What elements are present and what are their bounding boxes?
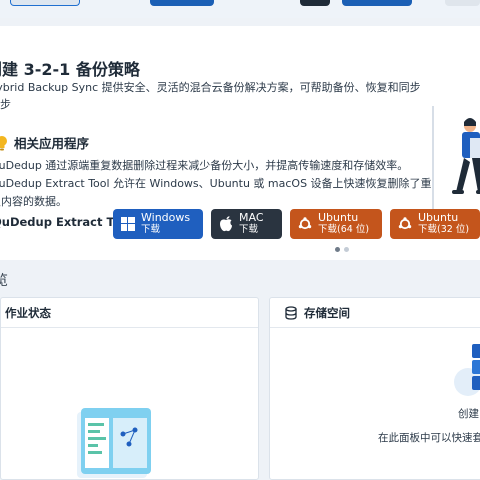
- download-os-name: MAC: [239, 211, 264, 224]
- database-icon: [285, 305, 297, 320]
- ubuntu-logo-icon: [298, 217, 312, 230]
- related-apps-title: 相关应用程序: [14, 136, 90, 151]
- top-strip: [0, 0, 480, 18]
- job-status-panel: 作业状态: [0, 297, 259, 480]
- storage-panel-header: 存储空间: [270, 298, 480, 328]
- download-ubuntu-32-button[interactable]: Ubuntu 下载(32 位): [390, 209, 480, 239]
- carousel-dots: [335, 247, 349, 252]
- storage-empty-title: 创建: [458, 408, 479, 420]
- banner-divider: [432, 106, 434, 214]
- related-apps-line: QuDedup 通过源端重复数据删除过程来减少备份大小，并提高传输速度和存储效率…: [0, 159, 409, 172]
- download-action: 下载: [239, 224, 259, 235]
- download-mac-button[interactable]: MAC 下载: [211, 209, 282, 239]
- job-status-illustration: [77, 408, 151, 478]
- download-os-name: Windows: [141, 211, 191, 224]
- related-apps-heading: 相关应用程序: [0, 133, 89, 152]
- person-illustration: [452, 118, 480, 194]
- ubuntu-logo-icon: [398, 217, 412, 230]
- download-action: 下载(32 位): [418, 224, 470, 235]
- storage-panel-title: 存储空间: [304, 305, 350, 320]
- download-action: 下载: [141, 224, 161, 235]
- carousel-dot-active[interactable]: [335, 247, 340, 252]
- download-windows-button[interactable]: Windows 下载: [113, 209, 203, 239]
- apple-logo-icon: [220, 216, 232, 232]
- overview-section-label: 览: [0, 273, 8, 289]
- related-apps-line: 复内容的数据。: [0, 195, 67, 208]
- top-tile[interactable]: [150, 0, 214, 6]
- download-action: 下载(64 位): [318, 224, 370, 235]
- banner-description-line: Hybrid Backup Sync 提供安全、灵活的混合云备份解决方案，可帮助…: [0, 81, 421, 94]
- windows-logo-icon: [121, 217, 135, 231]
- lightbulb-icon: [0, 135, 7, 150]
- job-status-header: 作业状态: [1, 298, 258, 328]
- banner-description-line: 步: [0, 98, 11, 111]
- job-status-title: 作业状态: [5, 305, 51, 320]
- carousel-dot[interactable]: [344, 247, 349, 252]
- download-os-name: Ubuntu: [318, 211, 359, 224]
- top-tile[interactable]: [445, 0, 480, 6]
- top-tile[interactable]: [10, 0, 80, 6]
- storage-panel: 存储空间 创建 在此面板中可以快速套: [269, 297, 480, 480]
- storage-empty-hint: 在此面板中可以快速套: [378, 432, 480, 444]
- top-tile[interactable]: [342, 0, 412, 6]
- banner-title: 创建 3-2-1 备份策略: [0, 60, 140, 79]
- related-apps-line: QuDedup Extract Tool 允许在 Windows、Ubuntu …: [0, 177, 432, 190]
- top-tile[interactable]: [300, 0, 330, 6]
- download-ubuntu-64-button[interactable]: Ubuntu 下载(64 位): [290, 209, 382, 239]
- storage-illustration: [454, 344, 480, 396]
- download-os-name: Ubuntu: [418, 211, 459, 224]
